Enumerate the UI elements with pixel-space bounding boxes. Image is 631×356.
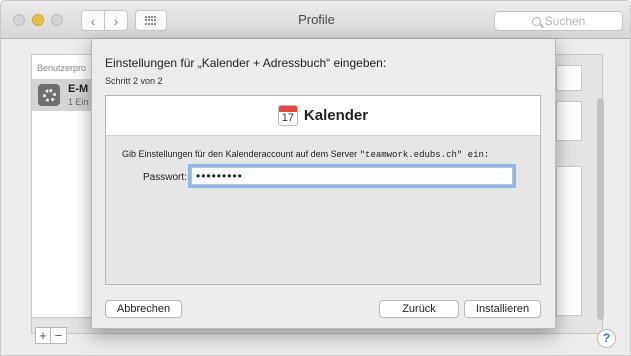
back-step-button[interactable]: Zurück bbox=[379, 300, 459, 318]
calendar-icon: 17 bbox=[277, 105, 298, 126]
instruction-prefix: Gib Einstellungen für den Kalenderaccoun… bbox=[122, 149, 360, 159]
background-field bbox=[556, 166, 582, 316]
password-field[interactable]: ••••••••• bbox=[191, 167, 513, 185]
sidebar-header: Benutzerpro bbox=[37, 63, 87, 73]
sheet-title: Einstellungen für „Kalender + Adressbuch… bbox=[105, 56, 387, 70]
search-placeholder: Suchen bbox=[544, 14, 586, 28]
add-profile-button[interactable]: + bbox=[35, 327, 51, 344]
add-remove-group: + − bbox=[35, 327, 67, 345]
background-field bbox=[556, 65, 582, 91]
profiles-sidebar: Benutzerpro E-M 1 Ein bbox=[31, 54, 95, 318]
sheet-step: Schritt 2 von 2 bbox=[105, 76, 163, 86]
titlebar: ‹ › Profile Suchen bbox=[1, 1, 630, 39]
account-settings-box: 17 Kalender Gib Einstellungen für den Ka… bbox=[105, 95, 541, 285]
background-field bbox=[556, 101, 582, 141]
search-input[interactable]: Suchen bbox=[494, 11, 623, 31]
gear-icon bbox=[38, 84, 60, 106]
settings-sheet: Einstellungen für „Kalender + Adressbuch… bbox=[91, 39, 556, 329]
sidebar-item-profile[interactable]: E-M 1 Ein bbox=[32, 79, 94, 111]
account-header: 17 Kalender bbox=[106, 96, 540, 136]
install-button[interactable]: Installieren bbox=[464, 300, 541, 318]
scrollbar[interactable] bbox=[597, 98, 604, 320]
sidebar-item-subtitle: 1 Ein bbox=[68, 97, 89, 107]
help-icon[interactable]: ? bbox=[597, 329, 616, 348]
calendar-day: 17 bbox=[281, 112, 295, 124]
search-icon bbox=[531, 16, 541, 26]
instruction-server: "teamwork.edubs.ch" ein: bbox=[359, 150, 490, 160]
instruction-text: Gib Einstellungen für den Kalenderaccoun… bbox=[122, 149, 489, 160]
password-label: Passwort: bbox=[143, 172, 187, 183]
cancel-button[interactable]: Abbrechen bbox=[105, 300, 182, 318]
remove-profile-button[interactable]: − bbox=[51, 327, 67, 344]
sidebar-item-name: E-M bbox=[68, 83, 89, 95]
profiles-window: ‹ › Profile Suchen Benutzerpro E-M 1 Ein… bbox=[0, 0, 631, 356]
account-header-title: Kalender bbox=[303, 107, 369, 124]
